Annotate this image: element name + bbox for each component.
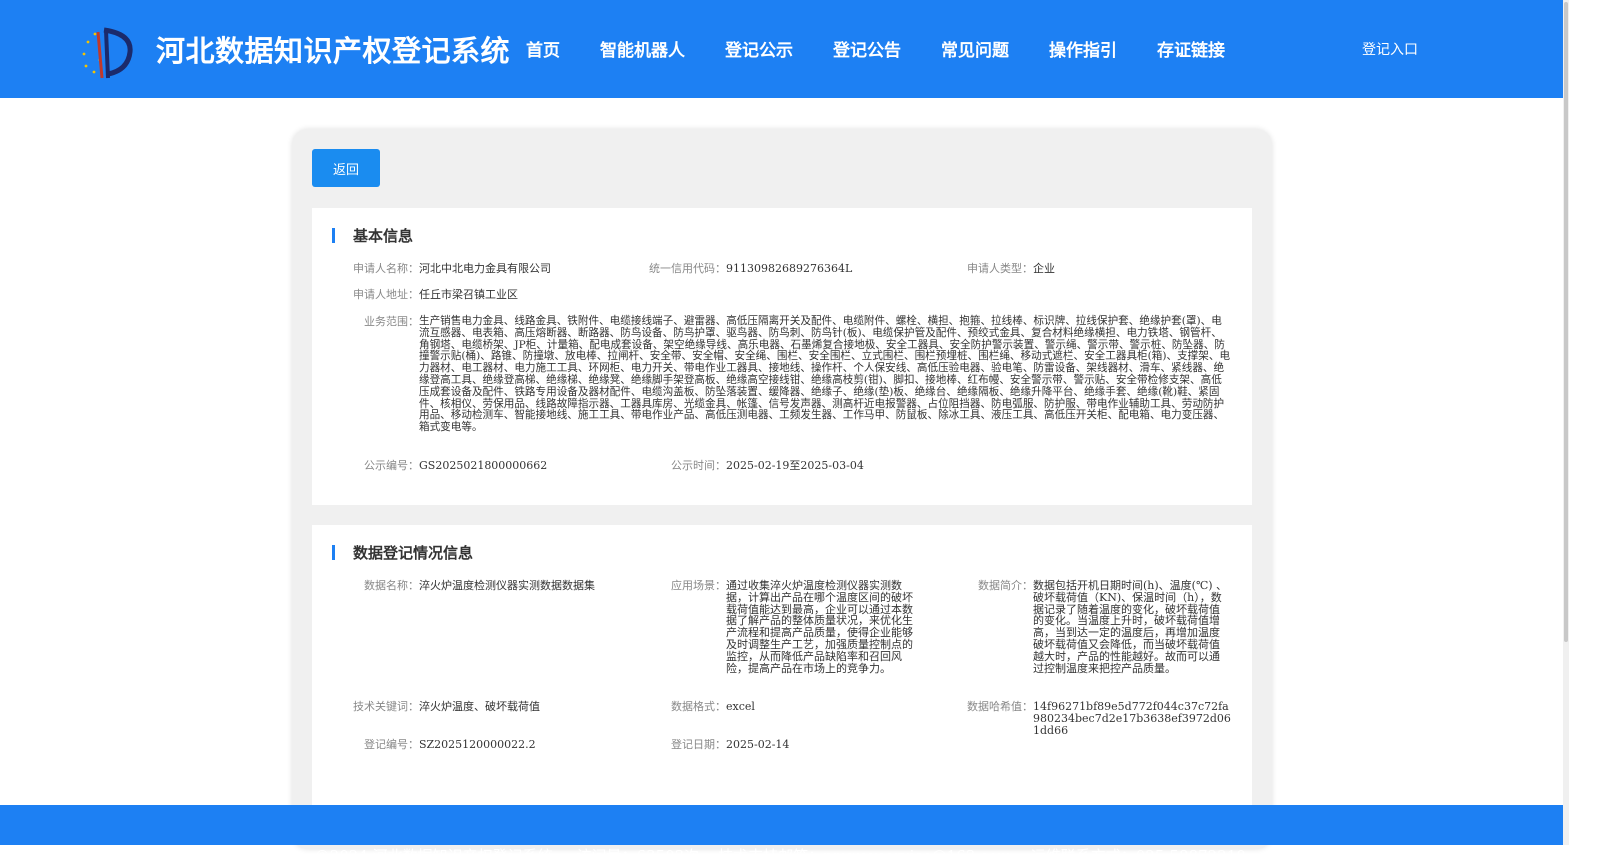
registration-date-field: 登记日期： 2025-02-14 [655,739,789,751]
data-name-value: 淬火炉温度检测仪器实测数据数据集 [419,579,595,592]
nav-registration-publicity[interactable]: 登记公示 [725,36,793,61]
footer: ©2024 河北数据知识产权登记系统 访问量：63503次 技术支持邮箱：pmw… [0,805,1563,861]
applicant-address-value: 任丘市梁召镇工业区 [419,288,518,301]
data-registration-heading: 数据登记情况信息 [332,543,474,562]
applicant-address-label: 申请人地址： [353,288,419,301]
data-format-value: excel [726,700,755,713]
registration-date-value: 2025-02-14 [726,738,790,751]
data-hash-field: 数据哈希值： 14f96271bf89e5d772f044c37c72fa980… [952,700,1233,737]
applicant-type-value: 企业 [1033,262,1055,275]
credit-code-value: 91130982689276364L [726,262,853,275]
data-format-label: 数据格式： [671,700,726,713]
basic-info-title: 基本信息 [353,226,414,245]
application-scenario-value: 通过收集淬火炉温度检测仪器实测数据，计算出产品在哪个温度区间的破坏载荷值能达到最… [726,579,913,675]
data-name-label: 数据名称： [364,579,419,592]
data-intro-label: 数据简介： [978,579,1033,592]
registration-no-value: SZ2025120000022.2 [419,738,536,751]
applicant-name-value: 河北中北电力金具有限公司 [419,262,551,275]
publicity-time-field: 公示时间： 2025-02-19至2025-03-04 [655,460,864,472]
business-scope-value: 生产销售电力金具、线路金具、铁附件、电缆接线端子、避雷器、高低压隔离开关及配件、… [419,315,1231,434]
detail-card: 返回 基本信息 申请人名称： 河北中北电力金具有限公司 统一信用代码： 9113… [292,129,1272,849]
top-header: 河北数据知识产权登记系统 首页 智能机器人 登记公示 登记公告 常见问题 操作指… [0,0,1563,98]
data-registration-panel: 数据登记情况信息 数据名称： 淬火炉温度检测仪器实测数据数据集 应用场景： 通过… [312,525,1252,825]
heading-accent-bar [332,227,335,243]
data-registration-title: 数据登记情况信息 [353,543,474,562]
credit-code-field: 统一信用代码： 91130982689276364L [632,263,852,275]
data-name-field: 数据名称： 淬火炉温度检测仪器实测数据数据集 [348,580,595,592]
nav-smart-robot[interactable]: 智能机器人 [600,36,685,61]
data-intro-field: 数据简介： 数据包括开机日期时间(h)、温度(℃) 、破坏载荷值（KN)、保温时… [962,580,1229,674]
registration-no-field: 登记编号： SZ2025120000022.2 [348,739,536,751]
back-button[interactable]: 返回 [312,149,380,187]
footer-text: ©2024 河北数据知识产权登记系统 访问量：63503次 技术支持邮箱：pmw… [314,847,1246,861]
basic-info-panel: 基本信息 申请人名称： 河北中北电力金具有限公司 统一信用代码： 9113098… [312,208,1252,505]
main-nav: 首页 智能机器人 登记公示 登记公告 常见问题 操作指引 存证链接 [526,36,1265,61]
application-scenario-field: 应用场景： 通过收集淬火炉温度检测仪器实测数据，计算出产品在哪个温度区间的破坏载… [655,580,916,674]
publicity-no-field: 公示编号： GS2025021800000662 [348,460,547,472]
applicant-name-field: 申请人名称： 河北中北电力金具有限公司 [348,263,551,275]
business-scope-field: 业务范围： 生产销售电力金具、线路金具、铁附件、电缆接线端子、避雷器、高低压隔离… [348,315,1231,434]
applicant-address-field: 申请人地址： 任丘市梁召镇工业区 [348,289,518,301]
applicant-type-label: 申请人类型： [967,262,1033,275]
scrollbar[interactable] [1563,0,1569,845]
nav-home[interactable]: 首页 [526,36,560,61]
registration-date-label: 登记日期： [671,738,726,751]
business-scope-label: 业务范围： [364,315,419,328]
data-intro-value: 数据包括开机日期时间(h)、温度(℃) 、破坏载荷值（KN)、保温时间（h），数… [1033,579,1228,675]
credit-code-label: 统一信用代码： [649,262,726,275]
registration-no-label: 登记编号： [364,738,419,751]
publicity-time-label: 公示时间： [671,459,726,472]
logo-icon [82,27,133,79]
data-hash-label: 数据哈希值： [967,700,1033,713]
publicity-time-value: 2025-02-19至2025-03-04 [726,459,864,472]
scrollbar-thumb[interactable] [1564,2,1568,642]
tech-keywords-label: 技术关键词： [353,700,419,713]
applicant-name-label: 申请人名称： [353,262,419,275]
tech-keywords-field: 技术关键词： 淬火炉温度、破坏载荷值 [348,701,540,713]
publicity-no-value: GS2025021800000662 [419,459,548,472]
tech-keywords-value: 淬火炉温度、破坏载荷值 [419,700,540,713]
applicant-type-field: 申请人类型： 企业 [952,263,1055,275]
nav-registration-announcement[interactable]: 登记公告 [833,36,901,61]
application-scenario-label: 应用场景： [671,579,726,592]
data-format-field: 数据格式： excel [655,701,755,713]
publicity-no-label: 公示编号： [364,459,419,472]
data-hash-value: 14f96271bf89e5d772f044c37c72fa980234bec7… [1033,700,1231,737]
login-entry-link[interactable]: 登记入口 [1362,39,1418,59]
nav-operation-guide[interactable]: 操作指引 [1049,36,1117,61]
nav-faq[interactable]: 常见问题 [941,36,1009,61]
site-title[interactable]: 河北数据知识产权登记系统 [156,28,510,70]
heading-accent-bar [332,544,335,560]
nav-evidence-link[interactable]: 存证链接 [1157,36,1225,61]
basic-info-heading: 基本信息 [332,226,414,245]
